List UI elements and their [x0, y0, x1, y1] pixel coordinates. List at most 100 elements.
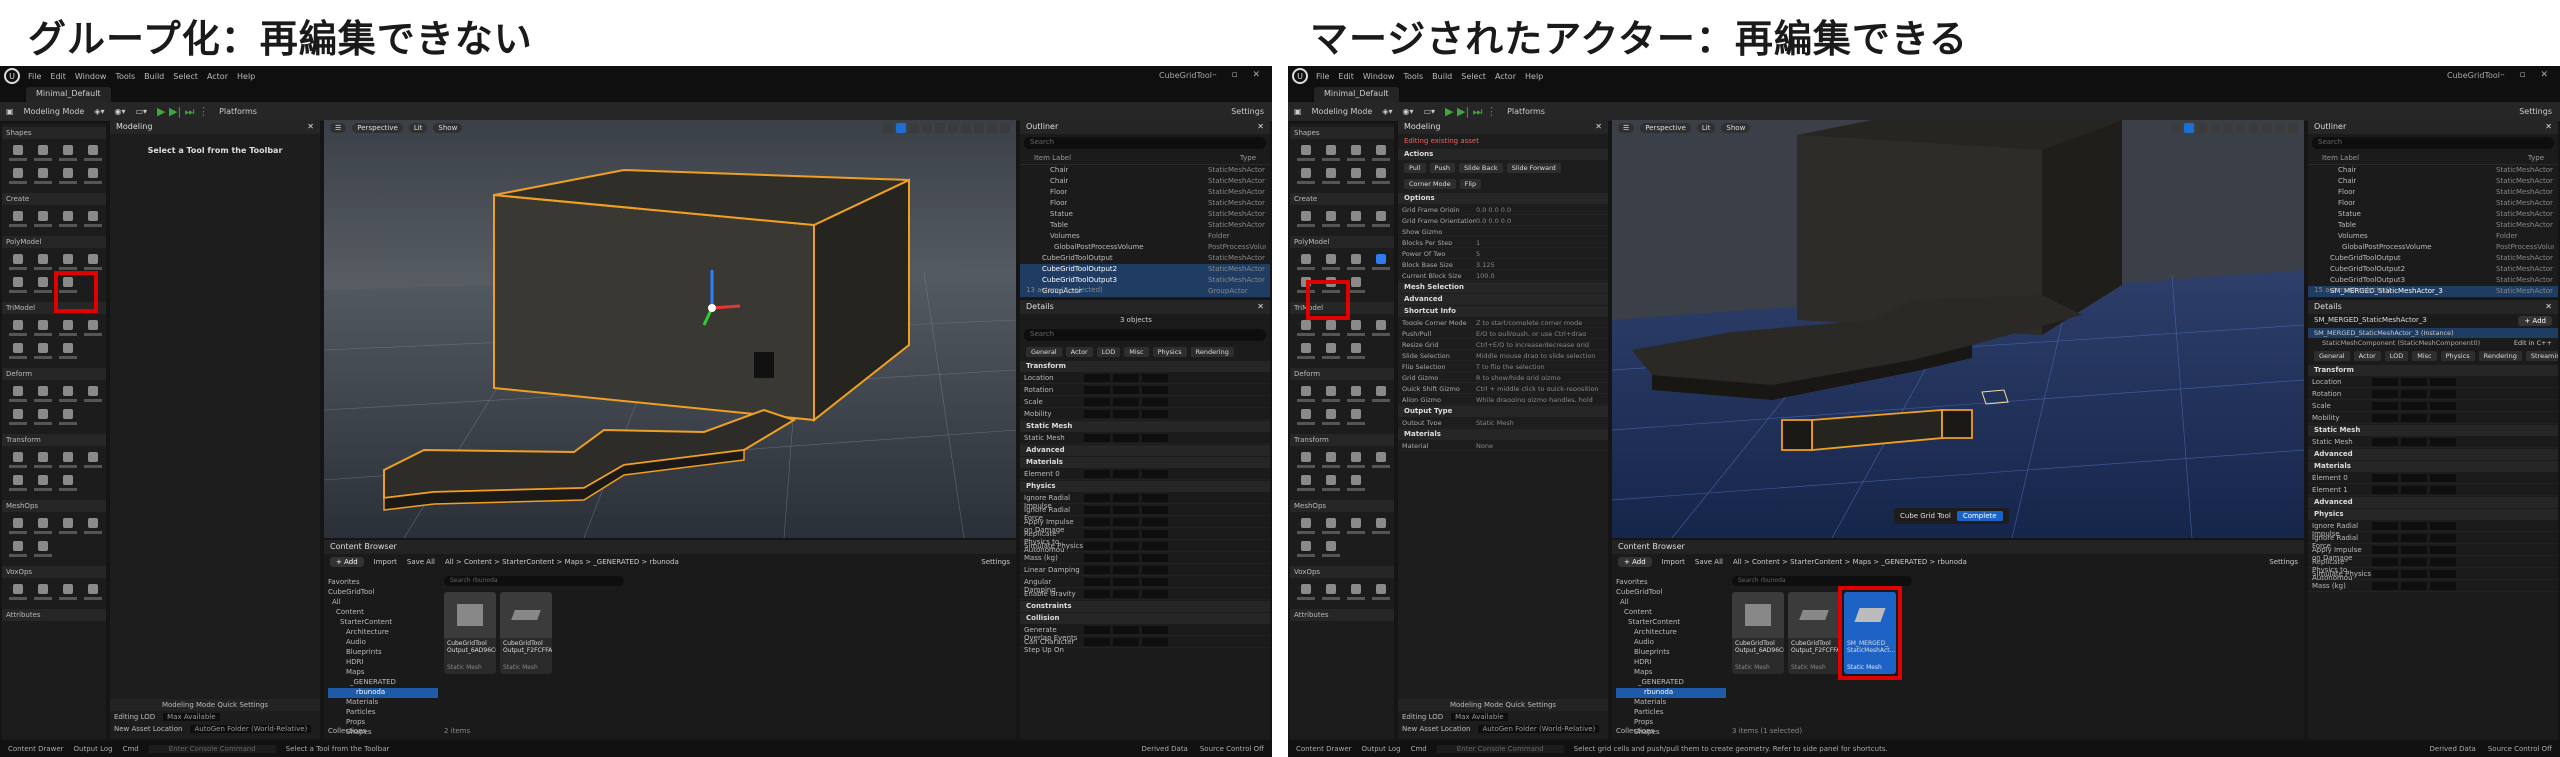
option-row[interactable]: Power Of Two 5 [1398, 248, 1608, 259]
details-property-value[interactable] [1084, 494, 1168, 502]
tool-sphere[interactable] [1321, 143, 1341, 163]
folder-item[interactable]: Content [328, 608, 438, 618]
mesh-box[interactable] [493, 168, 910, 423]
editing-lod-select[interactable]: Max Available [163, 713, 220, 721]
menu-file[interactable]: File [28, 72, 41, 81]
corner-mode-button[interactable]: Corner Mode [1404, 179, 1456, 189]
details-property-value[interactable] [1084, 542, 1168, 550]
details-property-value[interactable] [2372, 378, 2456, 386]
tool-triangles[interactable] [1321, 252, 1341, 272]
option-row[interactable]: Blocks Per Step 1 [1398, 237, 1608, 248]
menu-tools[interactable]: Tools [1403, 72, 1423, 81]
details-tab-lod[interactable]: LOD [1096, 347, 1121, 357]
tool-displace[interactable] [58, 407, 78, 427]
complete-button[interactable]: Complete [1956, 511, 2003, 521]
viewport-menu-button[interactable]: ☰ [1618, 123, 1635, 133]
details-property-value[interactable] [2372, 438, 2456, 446]
content-settings-button[interactable]: Settings [981, 558, 1010, 566]
snap-angle-icon[interactable] [961, 123, 971, 133]
outliner-row[interactable]: GlobalPostProcessVolume PostProcessVolume [2308, 242, 2558, 253]
details-section-advanced[interactable]: Advanced [1020, 445, 1270, 456]
viewport-left[interactable]: ☰ Perspective Lit Show [324, 120, 1016, 538]
tool-voxblend[interactable] [33, 582, 53, 602]
tool-editpivot[interactable] [58, 450, 78, 470]
tool-polygon[interactable] [58, 341, 78, 361]
tool-cubegrid[interactable] [83, 252, 103, 272]
outliner-row[interactable]: Table StaticMeshActor [1020, 220, 1270, 231]
modeling-panel-tab[interactable]: Modeling ✕ [1398, 120, 1608, 134]
tool-plane-cut[interactable] [8, 539, 28, 559]
asset-search[interactable]: Search rbunoda [444, 576, 624, 586]
tool-polygroups[interactable] [8, 252, 28, 272]
details-property-value[interactable] [1084, 470, 1168, 478]
scale-icon[interactable] [2210, 123, 2220, 133]
details-property-value[interactable] [2372, 414, 2456, 422]
menu-actor[interactable]: Actor [1495, 72, 1516, 81]
tool-polyrevolve[interactable] [1321, 209, 1341, 229]
details-section-physics[interactable]: Physics [2308, 509, 2558, 520]
snap-grid-icon[interactable] [948, 123, 958, 133]
details-section-constraints[interactable]: Constraints [1020, 601, 1270, 612]
tool-cone[interactable] [1371, 143, 1391, 163]
details-section-transform[interactable]: Transform [2308, 365, 2558, 376]
tool-arrow[interactable] [33, 166, 53, 186]
blueprint-icon[interactable]: ◉▾ [114, 107, 125, 116]
add-actor-icon[interactable]: ◈▾ [1382, 107, 1392, 116]
details-property-value[interactable] [1084, 530, 1168, 538]
details-property-row[interactable]: Ignore Radial Force [2308, 532, 2558, 550]
camera-speed-icon[interactable] [2275, 123, 2285, 133]
tool-transfer[interactable] [1296, 473, 1316, 493]
tool-arrow[interactable] [1321, 166, 1341, 186]
options-section[interactable]: Options [1398, 193, 1608, 204]
tool-polycut[interactable] [33, 341, 53, 361]
menu-help[interactable]: Help [237, 72, 255, 81]
add-button[interactable]: + Add [1618, 557, 1652, 567]
tool-mesh-cut[interactable] [33, 539, 53, 559]
show-button[interactable]: Show [433, 123, 463, 133]
output-type-section[interactable]: Output Type [1398, 406, 1608, 417]
palette-section-voxops[interactable]: VoxOps [2, 566, 106, 578]
cinematics-icon[interactable]: ▭▾ [1423, 107, 1435, 116]
translate-icon[interactable] [2184, 123, 2194, 133]
show-button[interactable]: Show [1721, 123, 1751, 133]
editing-lod-select[interactable]: Max Available [1451, 713, 1508, 721]
tool-meshboolean[interactable] [8, 275, 28, 295]
menu-actor[interactable]: Actor [207, 72, 228, 81]
palette-section-shapes[interactable]: Shapes [2, 127, 106, 139]
menu-build[interactable]: Build [1432, 72, 1452, 81]
palette-section-meshops[interactable]: MeshOps [2, 500, 106, 512]
tool-offset[interactable] [83, 384, 103, 404]
unreal-logo-icon[interactable]: U [4, 68, 20, 84]
option-value[interactable]: 5 [1476, 250, 1480, 256]
perspective-button[interactable]: Perspective [1640, 123, 1691, 133]
project-header[interactable]: CubeGridTool [328, 588, 438, 598]
tool-voxwrap[interactable] [1296, 582, 1316, 602]
details-property-row[interactable]: Rotation [2308, 388, 2558, 400]
folder-item[interactable]: HDRI [1616, 658, 1726, 668]
tool-polyextrude[interactable] [8, 209, 28, 229]
menu-window[interactable]: Window [75, 72, 107, 81]
tool-disc[interactable] [83, 166, 103, 186]
tool-voxwrap[interactable] [8, 582, 28, 602]
palette-section-create[interactable]: Create [2, 193, 106, 205]
option-row[interactable]: Block Base Size 3.125 [1398, 259, 1608, 270]
cmd-button[interactable]: Cmd [123, 745, 139, 753]
menu-select[interactable]: Select [173, 72, 198, 81]
details-property-row[interactable]: Angular Damping [1020, 576, 1270, 594]
settings-button[interactable]: Settings [2519, 107, 2552, 116]
tool-sphere[interactable] [33, 143, 53, 163]
save-icon[interactable]: ▣ [6, 107, 14, 116]
cmd-button[interactable]: Cmd [1411, 745, 1427, 753]
tool-voxmorph[interactable] [1346, 582, 1366, 602]
tool-warp[interactable] [1296, 407, 1316, 427]
details-property-value[interactable] [2372, 546, 2456, 554]
push-button[interactable]: Push [1429, 163, 1455, 173]
details-property-row[interactable]: Rotation [1020, 384, 1270, 396]
save-all-button[interactable]: Save All [407, 558, 435, 566]
folder-item[interactable]: Particles [1616, 708, 1726, 718]
details-tab-physics[interactable]: Physics [2440, 351, 2475, 361]
tool-merge[interactable] [1321, 473, 1341, 493]
tool-remesh[interactable] [33, 318, 53, 338]
tool-rect[interactable] [58, 166, 78, 186]
folder-item[interactable]: Materials [1616, 698, 1726, 708]
